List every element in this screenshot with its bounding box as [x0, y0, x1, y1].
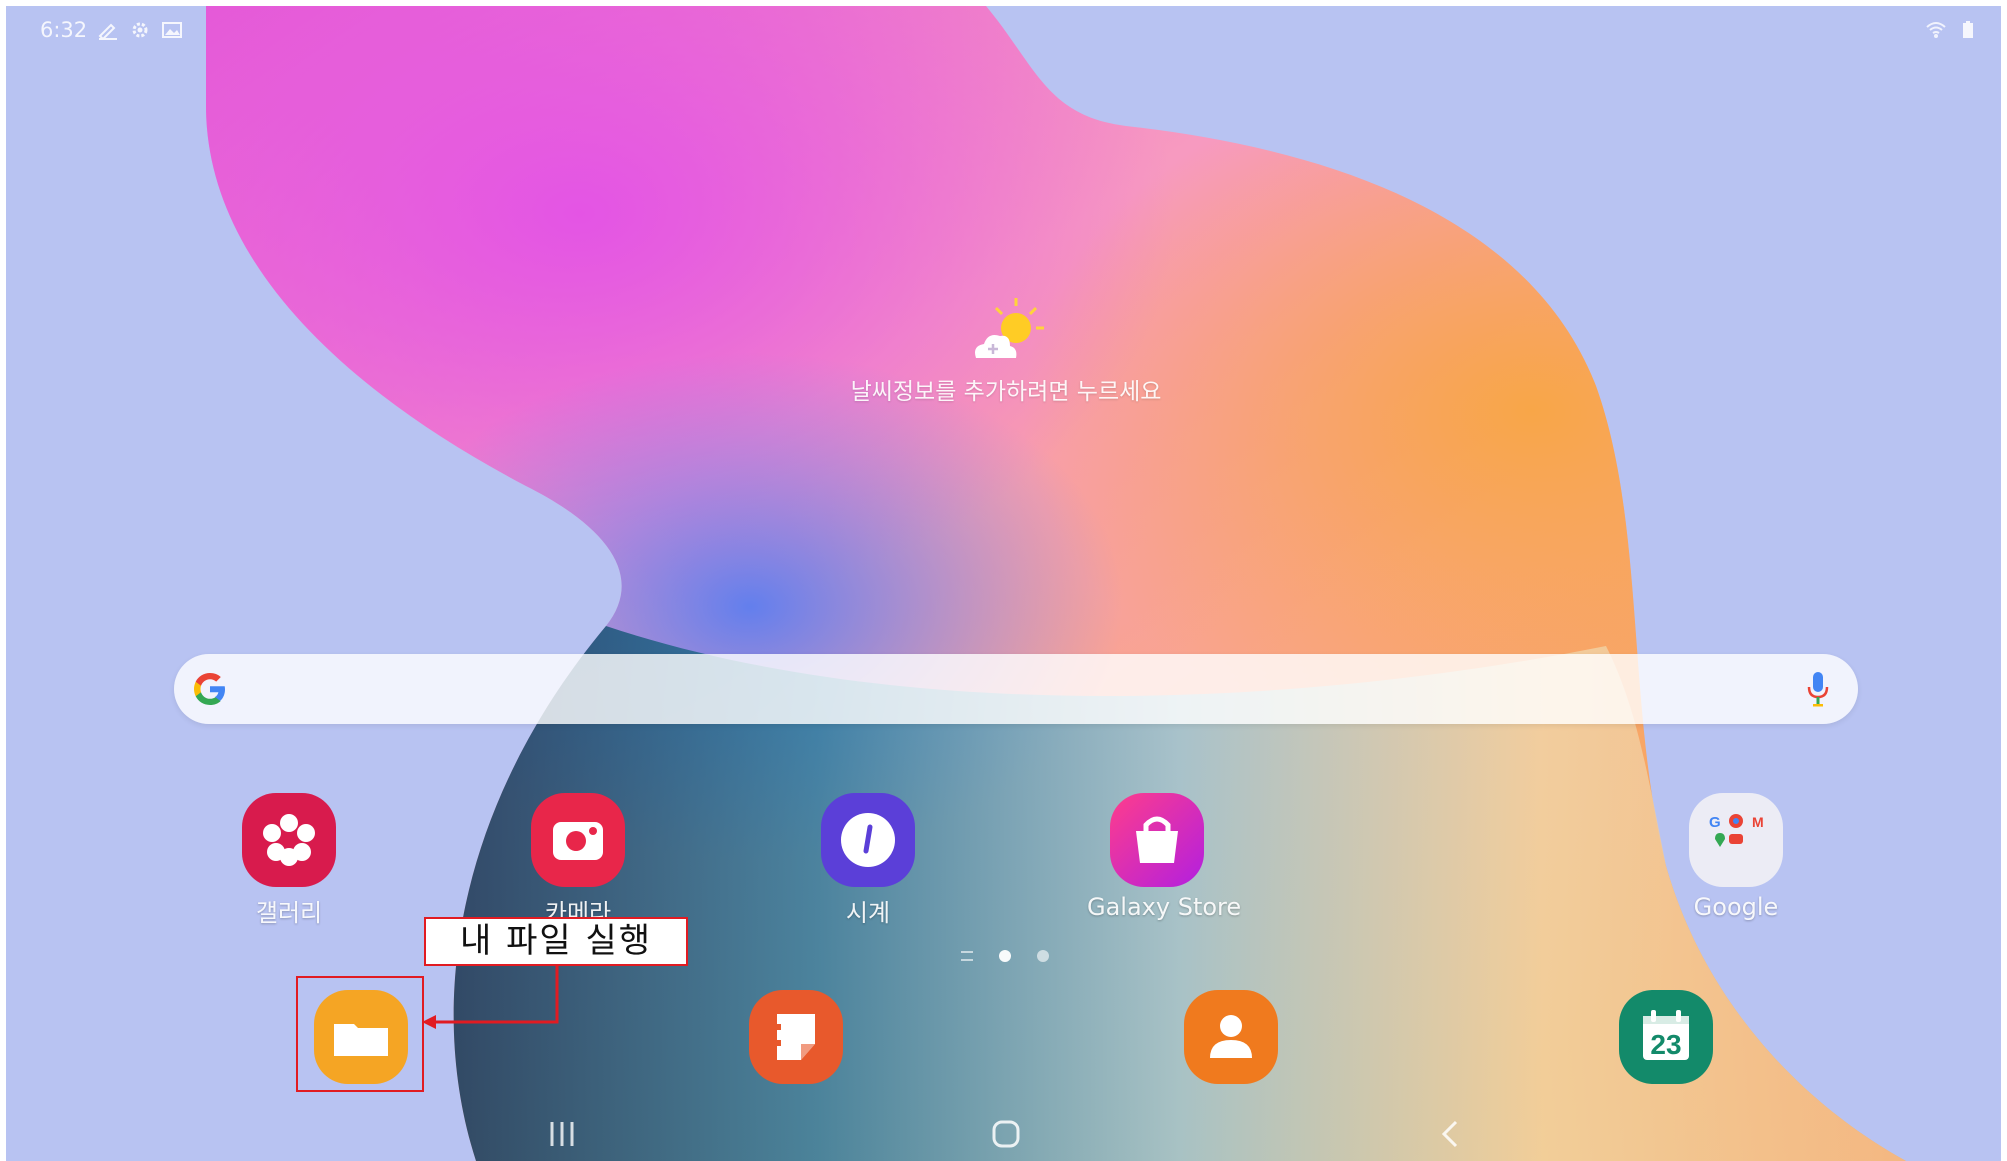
- dock-contacts[interactable]: [1184, 990, 1278, 1084]
- svg-text:M: M: [1752, 814, 1764, 830]
- google-folder-icon: G M: [1689, 793, 1783, 887]
- home-button[interactable]: [986, 1116, 1026, 1152]
- app-galaxy-store[interactable]: Galaxy Store: [1087, 793, 1242, 921]
- annotation-label: 내 파일 실행: [424, 917, 688, 966]
- image-notification-icon: [162, 22, 183, 38]
- page-dot: [1037, 950, 1049, 962]
- settings-notification-icon: [132, 22, 148, 38]
- app-label: Galaxy Store: [1087, 893, 1242, 921]
- app-gallery[interactable]: 갤러리: [219, 793, 359, 928]
- app-clock[interactable]: 시계: [798, 793, 938, 928]
- app-label: 갤러리: [255, 899, 323, 927]
- page-indicator-list-icon: [961, 951, 973, 961]
- dock-calendar[interactable]: 23: [1619, 990, 1713, 1084]
- annotation-highlight-box: [296, 976, 424, 1092]
- weather-prompt: 날씨정보를 추가하려면 누르세요: [850, 379, 1162, 405]
- folder-google[interactable]: G M Google: [1666, 793, 1806, 921]
- google-search-bar[interactable]: [174, 654, 1858, 724]
- google-g-icon: [194, 673, 225, 705]
- calendar-icon: 23: [1643, 1010, 1689, 1060]
- weather-widget[interactable]: 날씨정보를 추가하려면 누르세요: [826, 296, 1186, 406]
- edit-notification-icon: [98, 23, 118, 40]
- back-button[interactable]: [1430, 1116, 1470, 1152]
- calendar-day: 23: [1650, 1029, 1681, 1060]
- samsung-notes-icon: [771, 1014, 815, 1060]
- status-bar-right: [1925, 18, 1979, 42]
- dock-samsung-notes[interactable]: [749, 990, 843, 1084]
- app-label: 시계: [845, 899, 891, 927]
- recent-apps-button[interactable]: [542, 1116, 582, 1152]
- battery-icon: [1963, 21, 1973, 38]
- page-indicator[interactable]: [961, 950, 1049, 962]
- camera-icon: [531, 793, 625, 887]
- status-time: 6:32: [40, 18, 88, 42]
- gallery-icon: [242, 793, 336, 887]
- voice-search-mic-icon[interactable]: [1806, 670, 1830, 708]
- weather-sun-cloud-icon: [975, 298, 1044, 358]
- status-bar-left: 6:32: [40, 18, 183, 42]
- svg-text:G: G: [1709, 814, 1721, 831]
- clock-icon: [821, 793, 915, 887]
- wifi-icon: [1926, 22, 1946, 38]
- app-label: Google: [1693, 893, 1779, 921]
- page-dot-active: [999, 950, 1011, 962]
- galaxy-store-icon: [1110, 793, 1204, 887]
- annotation-arrow: [422, 966, 559, 1029]
- app-camera[interactable]: 카메라: [508, 793, 648, 928]
- contacts-icon: [1210, 1015, 1252, 1058]
